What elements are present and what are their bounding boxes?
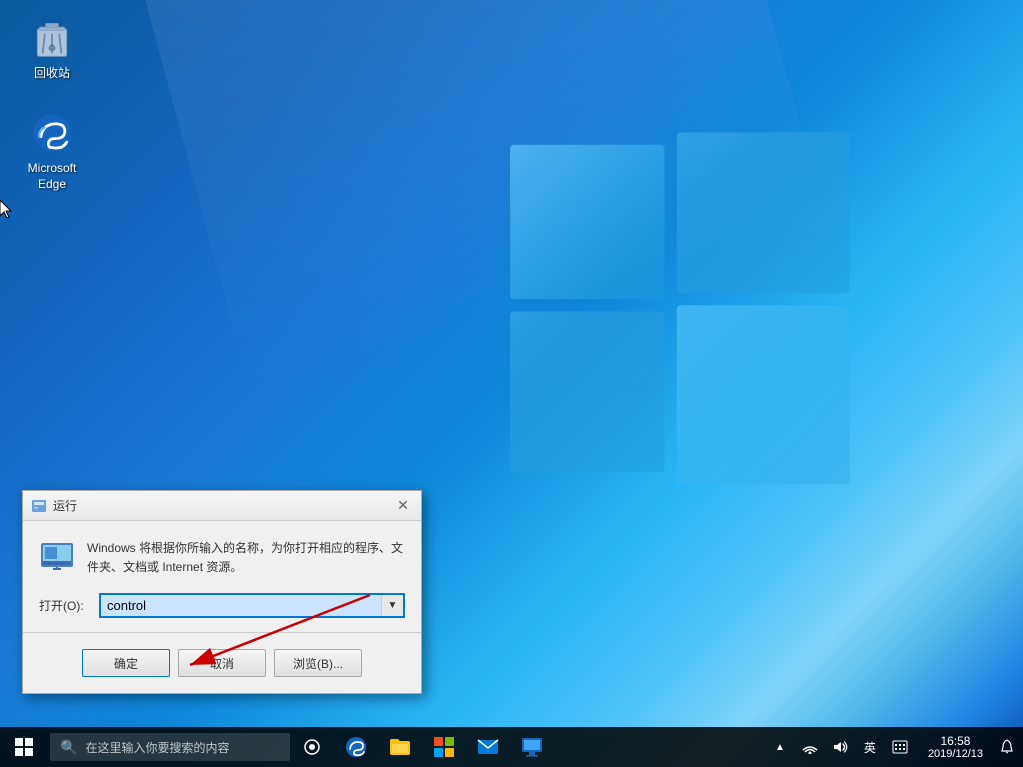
taskbar-store-button[interactable]	[422, 727, 466, 767]
run-dropdown-button[interactable]: ▼	[381, 595, 403, 616]
recycle-bin-label: 回收站	[34, 66, 70, 82]
edge-label: Microsoft Edge	[28, 161, 77, 192]
windows-logo-bg	[493, 120, 873, 540]
taskbar-remote-button[interactable]	[510, 727, 554, 767]
clock-date: 2019/12/13	[928, 748, 983, 760]
recycle-bin-icon[interactable]: ♻ 回收站	[12, 10, 92, 86]
run-dialog: 运行 ✕ Windows 将根据你所输入的名称，为你打开相应的程序、文件夹、文档…	[22, 490, 422, 694]
language-tray-icon[interactable]: 英	[856, 727, 884, 767]
task-view-button[interactable]	[290, 727, 334, 767]
dialog-input-row: 打开(O): ▼	[39, 593, 405, 618]
taskbar-mail-button[interactable]	[466, 727, 510, 767]
search-placeholder: 在这里输入你要搜索的内容	[85, 739, 229, 756]
dialog-title-left: 运行	[31, 497, 77, 514]
taskbar: 🔍 在这里输入你要搜索的内容	[0, 727, 1023, 767]
run-icon	[31, 498, 47, 514]
notification-button[interactable]	[991, 727, 1023, 767]
volume-tray-icon[interactable]	[826, 727, 854, 767]
taskbar-pinned	[334, 727, 554, 767]
dialog-info: Windows 将根据你所输入的名称，为你打开相应的程序、文件夹、文档或 Int…	[39, 537, 405, 577]
dialog-info-icon	[39, 537, 75, 573]
dialog-body: Windows 将根据你所输入的名称，为你打开相应的程序、文件夹、文档或 Int…	[23, 521, 421, 693]
desktop: ♻ 回收站 Microsoft Edge 运行 ✕	[0, 0, 1023, 767]
tray-expand-button[interactable]: ▲	[766, 727, 794, 767]
system-tray: ▲ 英	[760, 727, 920, 767]
dialog-separator	[23, 632, 421, 633]
dialog-titlebar: 运行 ✕	[23, 491, 421, 521]
dialog-buttons: 确定 取消 浏览(B)...	[39, 645, 405, 681]
taskbar-explorer-button[interactable]	[378, 727, 422, 767]
clock-time: 16:58	[940, 734, 970, 748]
dialog-input-label: 打开(O):	[39, 597, 91, 614]
language-label: 英	[864, 739, 876, 756]
dialog-close-button[interactable]: ✕	[393, 496, 413, 516]
svg-text:♻: ♻	[48, 43, 56, 53]
cancel-button[interactable]: 取消	[178, 649, 266, 677]
dialog-title-text: 运行	[53, 497, 77, 514]
edge-icon[interactable]: Microsoft Edge	[12, 105, 92, 196]
tray-expand-icon: ▲	[775, 742, 785, 753]
recycle-bin-image: ♻	[28, 14, 76, 62]
browse-button[interactable]: 浏览(B)...	[274, 649, 362, 677]
cursor	[0, 200, 12, 218]
taskbar-clock[interactable]: 16:58 2019/12/13	[920, 727, 991, 767]
run-input[interactable]	[101, 595, 381, 616]
dialog-input-wrapper[interactable]: ▼	[99, 593, 405, 618]
dialog-info-text: Windows 将根据你所输入的名称，为你打开相应的程序、文件夹、文档或 Int…	[87, 537, 405, 577]
ok-button[interactable]: 确定	[82, 649, 170, 677]
taskbar-search[interactable]: 🔍 在这里输入你要搜索的内容	[50, 733, 290, 761]
taskbar-edge-button[interactable]	[334, 727, 378, 767]
network-tray-icon[interactable]	[796, 727, 824, 767]
edge-image	[28, 109, 76, 157]
start-button[interactable]	[0, 727, 48, 767]
input-tray-icon[interactable]	[886, 727, 914, 767]
search-icon: 🔍	[60, 739, 77, 756]
